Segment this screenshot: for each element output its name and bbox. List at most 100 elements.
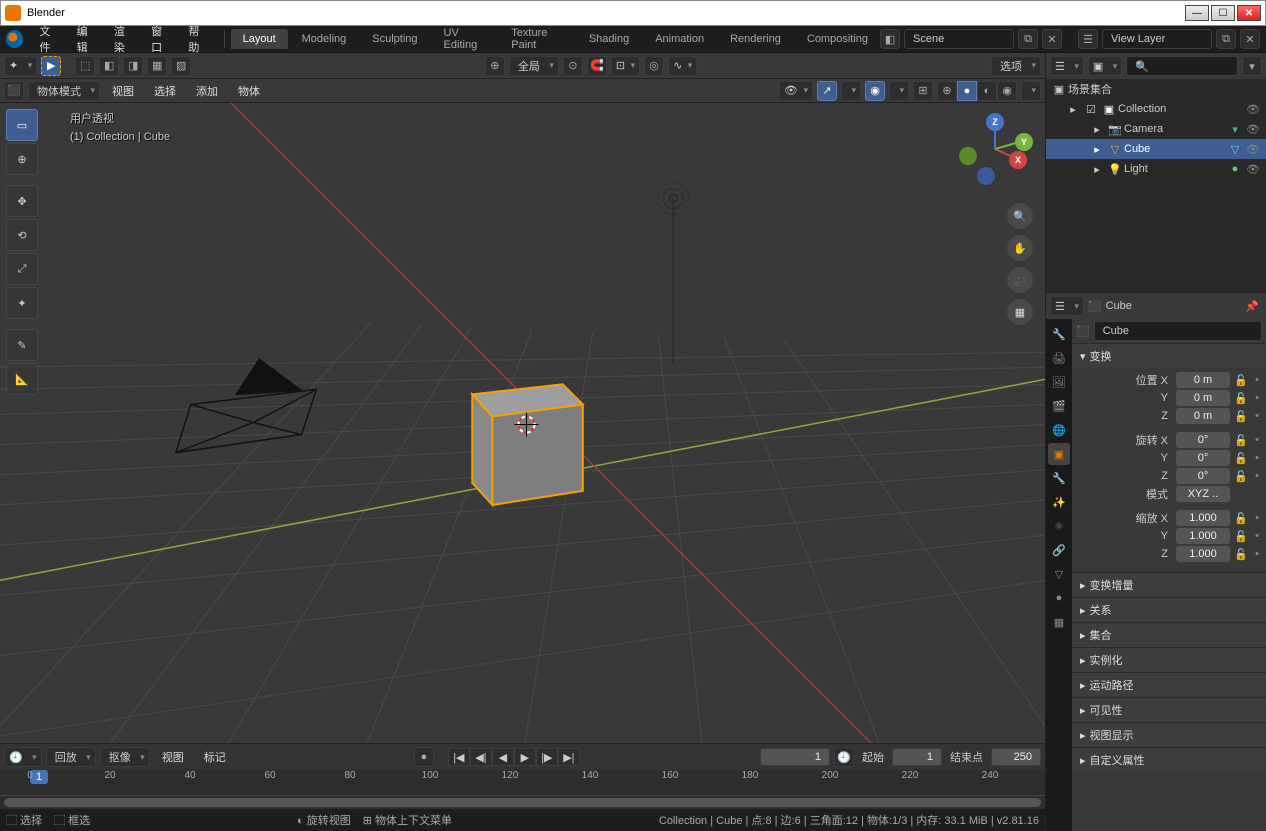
gizmo-y-axis[interactable]: Y [1015, 133, 1033, 151]
tab-animation[interactable]: Animation [643, 29, 716, 49]
shading-rendered[interactable]: ◉ [997, 81, 1017, 101]
frame-lock-icon[interactable]: 🕘 [834, 747, 854, 767]
tab-uvediting[interactable]: UV Editing [432, 23, 498, 55]
shading-dropdown[interactable] [1021, 81, 1041, 101]
ptab-render[interactable]: 🔧 [1048, 323, 1070, 345]
tool-move[interactable]: ✥ [6, 185, 38, 217]
scene-name-field[interactable]: Scene [904, 29, 1014, 49]
minimize-button[interactable]: — [1185, 5, 1209, 21]
xray-toggle[interactable]: ⊞ [913, 81, 933, 101]
ptab-object[interactable]: ▣ [1048, 443, 1070, 465]
outliner-root[interactable]: ▣场景集合 [1046, 79, 1266, 99]
select-intersect-icon[interactable]: ▦ [147, 56, 167, 76]
perspective-toggle-button[interactable]: ▦ [1007, 299, 1033, 325]
menu-select[interactable]: 选择 [146, 80, 184, 102]
viewlayer-copy-icon[interactable]: ⧉ [1216, 29, 1236, 49]
gizmo-neg-y[interactable] [959, 147, 977, 165]
orientation-icon[interactable]: ⊕ [485, 56, 505, 76]
zoom-button[interactable]: 🔍 [1007, 203, 1033, 229]
outliner-editor-dropdown[interactable]: ☰ [1050, 56, 1084, 76]
ptab-particles[interactable]: ✨ [1048, 491, 1070, 513]
shading-matpreview[interactable]: ◐ [977, 81, 997, 101]
menu-view[interactable]: 视图 [104, 80, 142, 102]
maximize-button[interactable]: ☐ [1211, 5, 1235, 21]
panel-transform-header[interactable]: ▾ 变换 [1072, 344, 1266, 368]
panel-viewportdisplay-header[interactable]: ▸ 视图显示 [1072, 723, 1266, 747]
playback-dropdown[interactable]: 回放 [46, 747, 96, 767]
rot-x-field[interactable]: 0° [1176, 432, 1230, 448]
gizmo-x-axis[interactable]: X [1009, 151, 1027, 169]
tool-measure[interactable]: 📐 [6, 363, 38, 395]
snap-dropdown[interactable]: ⊡ [611, 56, 640, 76]
overlay-toggle[interactable]: ◉ [865, 81, 885, 101]
gizmo-neg-z[interactable] [977, 167, 995, 185]
panel-custom-header[interactable]: ▸ 自定义属性 [1072, 748, 1266, 772]
close-button[interactable]: ✕ [1237, 5, 1261, 21]
tab-shading[interactable]: Shading [577, 29, 641, 49]
panel-relations-header[interactable]: ▸ 关系 [1072, 598, 1266, 622]
3d-viewport[interactable]: 用户透视 (1) Collection | Cube ▭ ⊕ ✥ ⟲ ⤢ ✦ ✎… [0, 103, 1045, 743]
gizmo-z-axis[interactable]: Z [986, 113, 1004, 131]
object-name-field[interactable]: Cube [1094, 321, 1262, 341]
pin-icon[interactable]: 📌 [1242, 296, 1262, 316]
play-button[interactable]: ▶ [514, 748, 536, 766]
outliner-collection[interactable]: ▸☑▣ Collection👁 [1046, 99, 1266, 119]
tool-rotate[interactable]: ⟲ [6, 219, 38, 251]
options-dropdown[interactable]: 选项 [991, 56, 1041, 76]
panel-delta-header[interactable]: ▸ 变换增量 [1072, 573, 1266, 597]
timeline-mark-menu[interactable]: 标记 [196, 746, 234, 768]
overlay-dropdown[interactable] [889, 81, 909, 101]
panel-visibility-header[interactable]: ▸ 可见性 [1072, 698, 1266, 722]
start-frame-field[interactable]: 1 [892, 748, 942, 766]
scale-z-field[interactable]: 1.000 [1176, 546, 1230, 562]
end-frame-field[interactable]: 250 [991, 748, 1041, 766]
timeline-scrollbar[interactable] [0, 795, 1045, 809]
scale-y-field[interactable]: 1.000 [1176, 528, 1230, 544]
jump-end-button[interactable]: ▶| [558, 748, 580, 766]
tab-layout[interactable]: Layout [231, 29, 288, 49]
loc-x-field[interactable]: 0 m [1176, 372, 1230, 388]
cursor-tool-icon[interactable]: ▶ [41, 56, 61, 76]
ptab-output[interactable]: 🖨 [1048, 347, 1070, 369]
scene-browse-icon[interactable]: ◧ [880, 29, 900, 49]
ptab-data[interactable]: ▽ [1048, 563, 1070, 585]
prev-keyframe-button[interactable]: ◀| [470, 748, 492, 766]
tab-sculpting[interactable]: Sculpting [360, 29, 429, 49]
shading-solid[interactable]: ● [957, 81, 977, 101]
next-keyframe-button[interactable]: |▶ [536, 748, 558, 766]
select-invert-icon[interactable]: ◧ [99, 56, 119, 76]
panel-motionpaths-header[interactable]: ▸ 运动路径 [1072, 673, 1266, 697]
mode-icon[interactable]: ⬛ [4, 81, 24, 101]
orientation-dropdown[interactable]: 全局 [509, 56, 559, 76]
scene-copy-icon[interactable]: ⧉ [1018, 29, 1038, 49]
tool-transform[interactable]: ✦ [6, 287, 38, 319]
shading-wireframe[interactable]: ⊕ [937, 81, 957, 101]
menu-object[interactable]: 物体 [230, 80, 268, 102]
keying-dropdown[interactable]: 抠像 [100, 747, 150, 767]
select-all-icon[interactable]: ⬚ [75, 56, 95, 76]
tool-select-box[interactable]: ▭ [6, 109, 38, 141]
scale-x-field[interactable]: 1.000 [1176, 510, 1230, 526]
tab-rendering[interactable]: Rendering [718, 29, 793, 49]
outliner-light[interactable]: ▸💡 Light●👁 [1046, 159, 1266, 179]
panel-collections-header[interactable]: ▸ 集合 [1072, 623, 1266, 647]
outliner-search[interactable]: 🔍 [1126, 56, 1238, 76]
gizmo-dropdown[interactable] [841, 81, 861, 101]
pan-button[interactable]: ✋ [1007, 235, 1033, 261]
tab-compositing[interactable]: Compositing [795, 29, 880, 49]
tool-cursor[interactable]: ⊕ [6, 143, 38, 175]
viewlayer-delete-icon[interactable]: ✕ [1240, 29, 1260, 49]
lock-icon[interactable]: 🔓 [1234, 374, 1248, 387]
editor-type-dropdown[interactable]: ✦ [4, 56, 37, 76]
select-subtract-icon[interactable]: ▨ [171, 56, 191, 76]
ptab-viewlayer[interactable]: 🖼 [1048, 371, 1070, 393]
current-frame-field[interactable]: 1 [760, 748, 830, 766]
snap-toggle[interactable]: 🧲 [587, 56, 607, 76]
ptab-scene[interactable]: 🎬 [1048, 395, 1070, 417]
timeline-view-menu[interactable]: 视图 [154, 746, 192, 768]
ptab-world[interactable]: 🌐 [1048, 419, 1070, 441]
pivot-icon[interactable]: ⊙ [563, 56, 583, 76]
blender-icon[interactable] [6, 30, 23, 48]
tool-scale[interactable]: ⤢ [6, 253, 38, 285]
rot-y-field[interactable]: 0° [1176, 450, 1230, 466]
